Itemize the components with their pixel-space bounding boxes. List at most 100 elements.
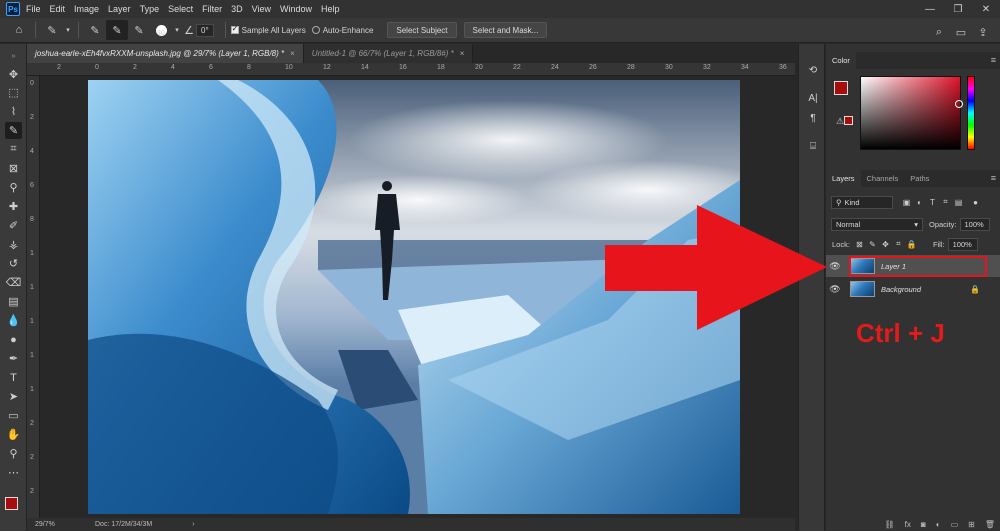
color-foreground-swatch[interactable]: [834, 81, 848, 95]
opacity-input[interactable]: 100%: [959, 217, 990, 231]
blur-tool-icon[interactable]: 💧: [5, 312, 22, 329]
search-icon[interactable]: ⌕: [928, 22, 950, 42]
menu-edit[interactable]: Edit: [50, 4, 66, 14]
menu-image[interactable]: Image: [74, 4, 99, 14]
tab-paths[interactable]: Paths: [904, 170, 935, 187]
marquee-tool-icon[interactable]: ⬚: [5, 84, 22, 101]
zoom-tool-icon[interactable]: ⚲: [5, 445, 22, 462]
hand-tool-icon[interactable]: ✋: [5, 426, 22, 443]
menu-view[interactable]: View: [252, 4, 271, 14]
tab-layers[interactable]: Layers: [826, 170, 861, 187]
rectangle-tool-icon[interactable]: ▭: [5, 407, 22, 424]
menu-select[interactable]: Select: [168, 4, 193, 14]
gradient-tool-icon[interactable]: ▤: [5, 293, 22, 310]
brush-tool-icon[interactable]: ✐: [5, 217, 22, 234]
move-tool-icon[interactable]: ✥: [5, 66, 22, 83]
eye-icon[interactable]: 👁: [826, 284, 844, 295]
path-selection-tool-icon[interactable]: ➤: [5, 388, 22, 405]
add-mask-icon[interactable]: ◙: [921, 520, 926, 529]
eyedropper-tool-icon[interactable]: ⚲: [5, 179, 22, 196]
type-tool-icon[interactable]: T: [5, 369, 22, 386]
subtract-from-selection-icon[interactable]: ✎: [128, 20, 150, 40]
quick-selection-tool-icon[interactable]: ✎: [5, 122, 22, 139]
panel-menu-icon[interactable]: ≡: [991, 55, 996, 65]
gamut-swatch[interactable]: [844, 116, 853, 125]
eraser-tool-icon[interactable]: ⌫: [5, 274, 22, 291]
pen-tool-icon[interactable]: ✒: [5, 350, 22, 367]
pixel-filter-icon[interactable]: ▣: [901, 197, 912, 208]
sample-all-layers-checkbox[interactable]: [230, 24, 239, 34]
layer-row-background[interactable]: 👁 Background 🔒: [826, 278, 1000, 300]
tab-joshua-earle[interactable]: joshua-earle-xEh4fvxRXXM-unsplash.jpg @ …: [27, 44, 304, 63]
add-to-selection-icon[interactable]: ✎: [106, 20, 128, 40]
lock-position-icon[interactable]: ✥: [880, 239, 891, 250]
close-icon[interactable]: ×: [460, 49, 465, 58]
link-layers-icon[interactable]: ⛓: [885, 520, 895, 529]
menu-layer[interactable]: Layer: [108, 4, 131, 14]
menu-filter[interactable]: Filter: [202, 4, 222, 14]
delete-layer-icon[interactable]: 🗑: [985, 520, 995, 529]
type-filter-icon[interactable]: T: [927, 197, 938, 208]
paragraph-icon[interactable]: ¶: [805, 110, 821, 126]
healing-brush-tool-icon[interactable]: ✚: [5, 198, 22, 215]
kind-filter-select[interactable]: ⚲ Kind: [831, 195, 893, 209]
eye-icon[interactable]: 👁: [826, 261, 844, 272]
minimize-button[interactable]: —: [916, 4, 944, 15]
fx-icon[interactable]: fx: [905, 520, 911, 529]
color-picker-handle[interactable]: [955, 100, 963, 108]
auto-enhance-checkbox[interactable]: [311, 26, 320, 34]
home-icon[interactable]: ⌂: [8, 20, 30, 40]
tab-untitled-1[interactable]: Untitled-1 @ 66/7% (Layer 1, RGB/8#) * ×: [303, 44, 474, 63]
frame-tool-icon[interactable]: ⊠: [5, 160, 22, 177]
character-icon[interactable]: A|: [805, 90, 821, 106]
close-button[interactable]: ✕: [972, 4, 1000, 15]
workspace-icon[interactable]: ▭: [950, 22, 972, 42]
menu-3d[interactable]: 3D: [231, 4, 243, 14]
chevron-down-icon[interactable]: ▾: [172, 20, 182, 40]
restore-button[interactable]: ❐: [944, 4, 972, 15]
libraries-icon[interactable]: ⌸: [805, 138, 821, 154]
tab-channels[interactable]: Channels: [861, 170, 905, 187]
history-icon[interactable]: ⟲: [805, 62, 821, 78]
adjustment-filter-icon[interactable]: ◐: [914, 197, 925, 208]
shape-filter-icon[interactable]: ⌗: [940, 197, 951, 208]
fill-input[interactable]: 100%: [947, 237, 978, 251]
history-brush-tool-icon[interactable]: ↺: [5, 255, 22, 272]
clone-stamp-tool-icon[interactable]: ⚶: [5, 236, 22, 253]
menu-window[interactable]: Window: [280, 4, 312, 14]
lock-artboard-icon[interactable]: ⌗: [893, 239, 904, 250]
group-icon[interactable]: ▭: [951, 520, 959, 529]
more-tools-icon[interactable]: ⋯: [5, 464, 22, 481]
dodge-tool-icon[interactable]: ●: [5, 331, 22, 348]
select-and-mask-button[interactable]: Select and Mask...: [463, 22, 548, 38]
menu-type[interactable]: Type: [140, 4, 160, 14]
filter-toggle-icon[interactable]: ●: [970, 197, 981, 208]
tab-color[interactable]: Color: [826, 52, 856, 69]
color-field[interactable]: [860, 76, 961, 150]
menu-file[interactable]: File: [26, 4, 41, 14]
smart-object-filter-icon[interactable]: ▤: [953, 197, 964, 208]
lock-pixels-icon[interactable]: ✎: [867, 239, 878, 250]
select-subject-button[interactable]: Select Subject: [387, 22, 457, 38]
new-selection-icon[interactable]: ✎: [84, 20, 106, 40]
zoom-level[interactable]: 29/7%: [35, 521, 85, 528]
adjustment-layer-icon[interactable]: ◐: [936, 520, 941, 529]
panel-menu-icon[interactable]: ≡: [991, 173, 996, 183]
lock-all-icon[interactable]: 🔒: [906, 239, 917, 250]
quick-selection-tool-preset-icon[interactable]: ✎: [41, 20, 63, 40]
lasso-tool-icon[interactable]: ⌇: [5, 103, 22, 120]
foreground-color-swatch[interactable]: [5, 497, 18, 510]
blend-mode-select[interactable]: Normal ▾: [831, 217, 923, 231]
lock-transparent-icon[interactable]: ⊠: [854, 239, 865, 250]
close-icon[interactable]: ×: [290, 49, 295, 58]
hue-slider[interactable]: [967, 76, 975, 150]
menu-help[interactable]: Help: [321, 4, 340, 14]
share-icon[interactable]: ⇪: [972, 22, 994, 42]
new-layer-icon[interactable]: ⊞: [968, 520, 975, 529]
chevron-right-icon[interactable]: ›: [192, 521, 194, 528]
chevron-down-icon[interactable]: ▾: [63, 20, 73, 40]
angle-value[interactable]: 0°: [196, 23, 214, 37]
layer-name[interactable]: Background: [881, 285, 921, 294]
collapse-icon[interactable]: »: [5, 48, 22, 65]
crop-tool-icon[interactable]: ⌗: [5, 141, 22, 158]
